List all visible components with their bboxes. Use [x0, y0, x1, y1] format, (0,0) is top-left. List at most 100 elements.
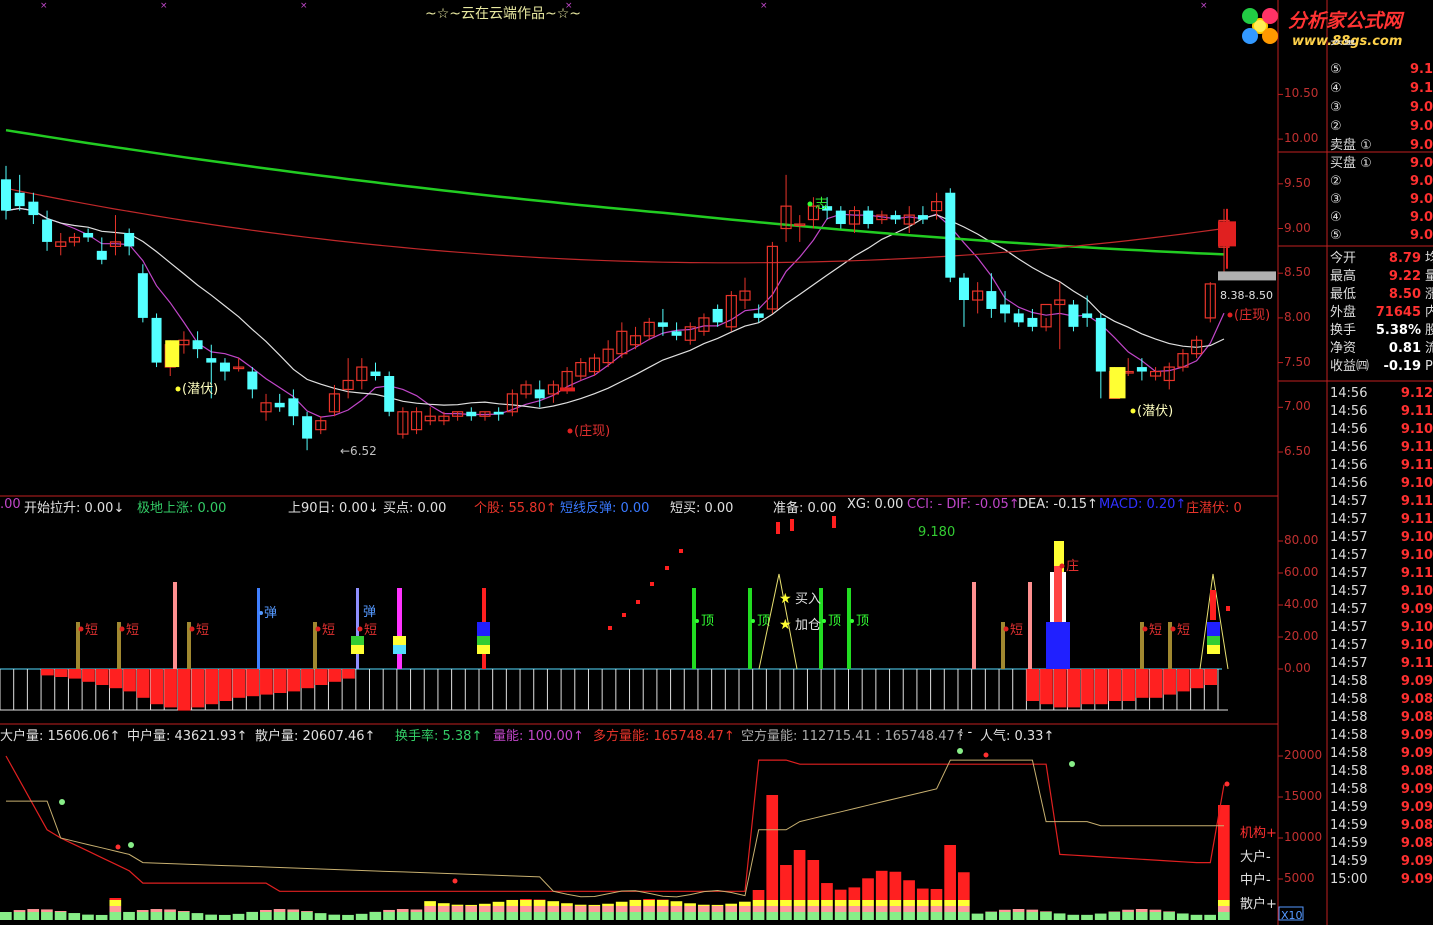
top-marker: ×	[760, 1, 768, 11]
signal-tick-label: 80.00	[1284, 533, 1319, 547]
vol-dahu	[643, 900, 655, 906]
tan-label: 弹	[363, 605, 376, 620]
quote-value: 9.08	[1400, 818, 1433, 833]
duan-dot	[1142, 626, 1148, 632]
neg-bar	[1108, 669, 1122, 701]
candle-body	[1027, 317, 1038, 327]
vol-jigou	[916, 888, 929, 900]
neg-bar	[1122, 669, 1135, 701]
vol-sanhu	[136, 912, 149, 920]
quote-label: 14:56	[1330, 458, 1368, 473]
quote-row: 收益㈣ -0.19 P	[1327, 358, 1433, 376]
neg-bar	[260, 669, 273, 695]
vol-sanhu	[54, 912, 67, 920]
rising-dot	[636, 600, 640, 604]
candle-body	[192, 340, 203, 350]
price-tick-label: 10.50	[1284, 86, 1319, 101]
vol-zhonghu	[725, 906, 738, 912]
vol-zhonghu	[670, 906, 683, 912]
neg-bar	[191, 669, 205, 708]
quote-label: 卖量	[1330, 40, 1357, 48]
qianfu-dot	[1130, 408, 1136, 414]
quote-extra: 量	[1425, 269, 1433, 284]
volume-indicator-item: 人气: 0.33↑	[980, 729, 1055, 744]
volume-legend-item: 散户+	[1240, 896, 1277, 912]
vol-sanhu	[437, 912, 450, 920]
vol-dahu	[739, 901, 751, 906]
vol-sanhu	[260, 912, 272, 920]
vol-sanhu	[1204, 914, 1216, 920]
vol-sanhu	[903, 912, 915, 920]
quote-row: ④ 9.0	[1327, 209, 1433, 227]
candle-body	[945, 192, 956, 278]
quote-row: 14:57 9.10	[1327, 637, 1433, 655]
vol-sanhu	[725, 912, 738, 920]
vol-sanhu	[697, 912, 710, 920]
vol-jigou	[875, 870, 888, 900]
quote-row: 14:59 9.09	[1327, 799, 1433, 817]
neg-bar	[1149, 669, 1163, 698]
quote-row: 15:00 9.09	[1327, 871, 1433, 889]
quote-row: 14:56 9.11	[1327, 439, 1433, 457]
duan-dot	[357, 626, 363, 632]
candle-body	[493, 411, 504, 415]
quote-row: ③ 9.0	[1327, 99, 1433, 117]
quote-label: 14:56	[1330, 386, 1368, 401]
volume-tick-label: 15000	[1284, 789, 1323, 803]
stack-green	[477, 636, 490, 645]
end-red	[1210, 590, 1216, 620]
neg-bar	[342, 669, 355, 679]
vol-dahu	[451, 904, 464, 906]
quote-value: 9.11	[1400, 440, 1433, 455]
quote-row: 14:56 9.11	[1327, 403, 1433, 421]
vol-sanhu	[1163, 912, 1175, 920]
vol-jigou	[862, 878, 874, 900]
quote-row: 今开 8.79 均	[1327, 250, 1433, 268]
quote-value: 9.0	[1409, 100, 1433, 115]
zhuang-dot	[1059, 563, 1065, 569]
top-marker: ×	[1200, 1, 1208, 11]
vol-zhonghu	[602, 906, 614, 912]
volume-indicator-item: 中户量: 43621.93↑	[127, 729, 248, 744]
duan-dot	[189, 626, 195, 632]
vol-sanhu	[191, 913, 204, 920]
moving-average-lines	[5, 128, 1225, 418]
neg-bar	[109, 669, 123, 689]
vol-zhonghu	[752, 906, 765, 912]
quote-row: 14:57 9.10	[1327, 583, 1433, 601]
quote-value: 9.09	[1400, 872, 1433, 887]
candle-body	[42, 219, 53, 242]
quote-label: 15:00	[1330, 872, 1368, 887]
neg-bar	[150, 669, 164, 705]
quote-value: 9.11	[1400, 656, 1433, 671]
quote-row: 14:57 9.11	[1327, 655, 1433, 673]
quote-row: 14:58 9.09	[1327, 673, 1433, 691]
quote-value: 9.0	[1409, 119, 1433, 134]
vol-sanhu	[1053, 913, 1066, 920]
buy-label: 买入	[795, 592, 821, 607]
vol-sanhu	[451, 912, 464, 920]
vol-jigou	[807, 860, 820, 900]
vol-dahu	[588, 904, 601, 906]
vol-sanhu	[246, 912, 259, 920]
range-box	[1218, 271, 1276, 281]
quote-value: 9.11	[1400, 512, 1433, 527]
vol-dahu	[834, 900, 847, 906]
vol-zhonghu	[656, 906, 669, 912]
vol-sanhu	[164, 912, 176, 920]
vol-dahu	[615, 901, 628, 906]
indicator-item: 买点: 0.00	[383, 501, 447, 516]
vol-zhonghu	[807, 906, 820, 912]
indicator-item: 庄潜伏: 0	[1186, 501, 1242, 516]
volume-indicator-item: 散户量: 20607.46↑	[255, 729, 376, 744]
vol-sanhu	[232, 913, 245, 920]
indicator-item: 个股: 55.80↑	[474, 501, 557, 516]
quote-row: 14:56 9.11	[1327, 457, 1433, 475]
candle-body	[890, 215, 901, 220]
quote-value: 9.10	[1400, 620, 1433, 635]
candle-body	[1095, 317, 1106, 372]
neg-bar	[314, 669, 328, 685]
quote-label: ④	[1330, 210, 1342, 225]
candle-body	[28, 201, 39, 216]
signal-tick-label: 60.00	[1284, 565, 1319, 579]
